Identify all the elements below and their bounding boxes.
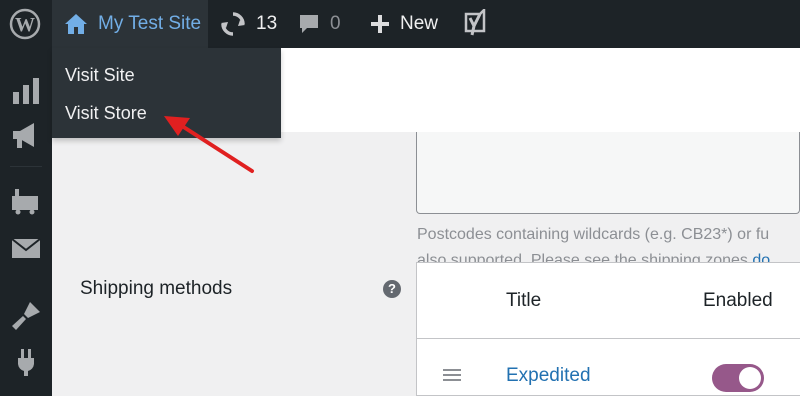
marketing-megaphone-icon[interactable]: [10, 120, 42, 152]
column-header-title: Title: [506, 290, 542, 311]
home-icon: [65, 14, 87, 34]
comments-button[interactable]: 0: [298, 0, 341, 48]
menu-item-visit-store[interactable]: Visit Store: [65, 103, 147, 124]
admin-side-menu: [0, 48, 52, 396]
plus-icon: [371, 15, 389, 33]
comment-icon: [300, 15, 318, 33]
updates-icon: [221, 12, 245, 36]
mail-icon[interactable]: [10, 232, 42, 264]
drag-handle-icon[interactable]: [443, 369, 461, 384]
toggle-knob: [739, 367, 761, 389]
comments-count: 0: [330, 13, 341, 34]
svg-text:W: W: [15, 14, 35, 36]
yoast-seo-menu[interactable]: [462, 0, 488, 48]
table-header: Title Enabled: [417, 263, 800, 339]
site-name-menu[interactable]: My Test Site: [52, 0, 208, 48]
enabled-toggle[interactable]: [712, 364, 764, 392]
postcodes-textarea[interactable]: [416, 132, 800, 214]
updates-button[interactable]: 13: [220, 0, 277, 48]
shipping-methods-table: Title Enabled Expedited: [416, 262, 800, 396]
updates-count: 13: [256, 13, 278, 34]
wordpress-logo-icon[interactable]: W: [8, 7, 42, 41]
yoast-icon: [464, 9, 486, 36]
new-content-button[interactable]: New: [370, 0, 438, 48]
new-label: New: [400, 13, 439, 34]
zone-settings-panel: [281, 48, 800, 132]
menu-item-visit-site[interactable]: Visit Site: [65, 65, 135, 86]
postcode-description-line1: Postcodes containing wildcards (e.g. CB2…: [417, 226, 770, 243]
shipping-method-link[interactable]: Expedited: [506, 365, 591, 387]
site-name-dropdown: Visit Site Visit Store: [52, 48, 281, 138]
analytics-icon[interactable]: [10, 74, 42, 106]
admin-bar: W My Test Site 13 0 New: [0, 0, 800, 48]
woocommerce-icon[interactable]: [10, 184, 42, 216]
site-name-label: My Test Site: [98, 13, 202, 34]
menu-separator: [10, 166, 42, 167]
plugins-icon[interactable]: [10, 346, 42, 378]
column-header-enabled: Enabled: [703, 290, 773, 311]
help-icon[interactable]: ?: [383, 280, 401, 298]
table-row: Expedited: [417, 339, 800, 396]
shipping-methods-label: Shipping methods: [80, 278, 233, 299]
appearance-brush-icon[interactable]: [10, 300, 42, 332]
